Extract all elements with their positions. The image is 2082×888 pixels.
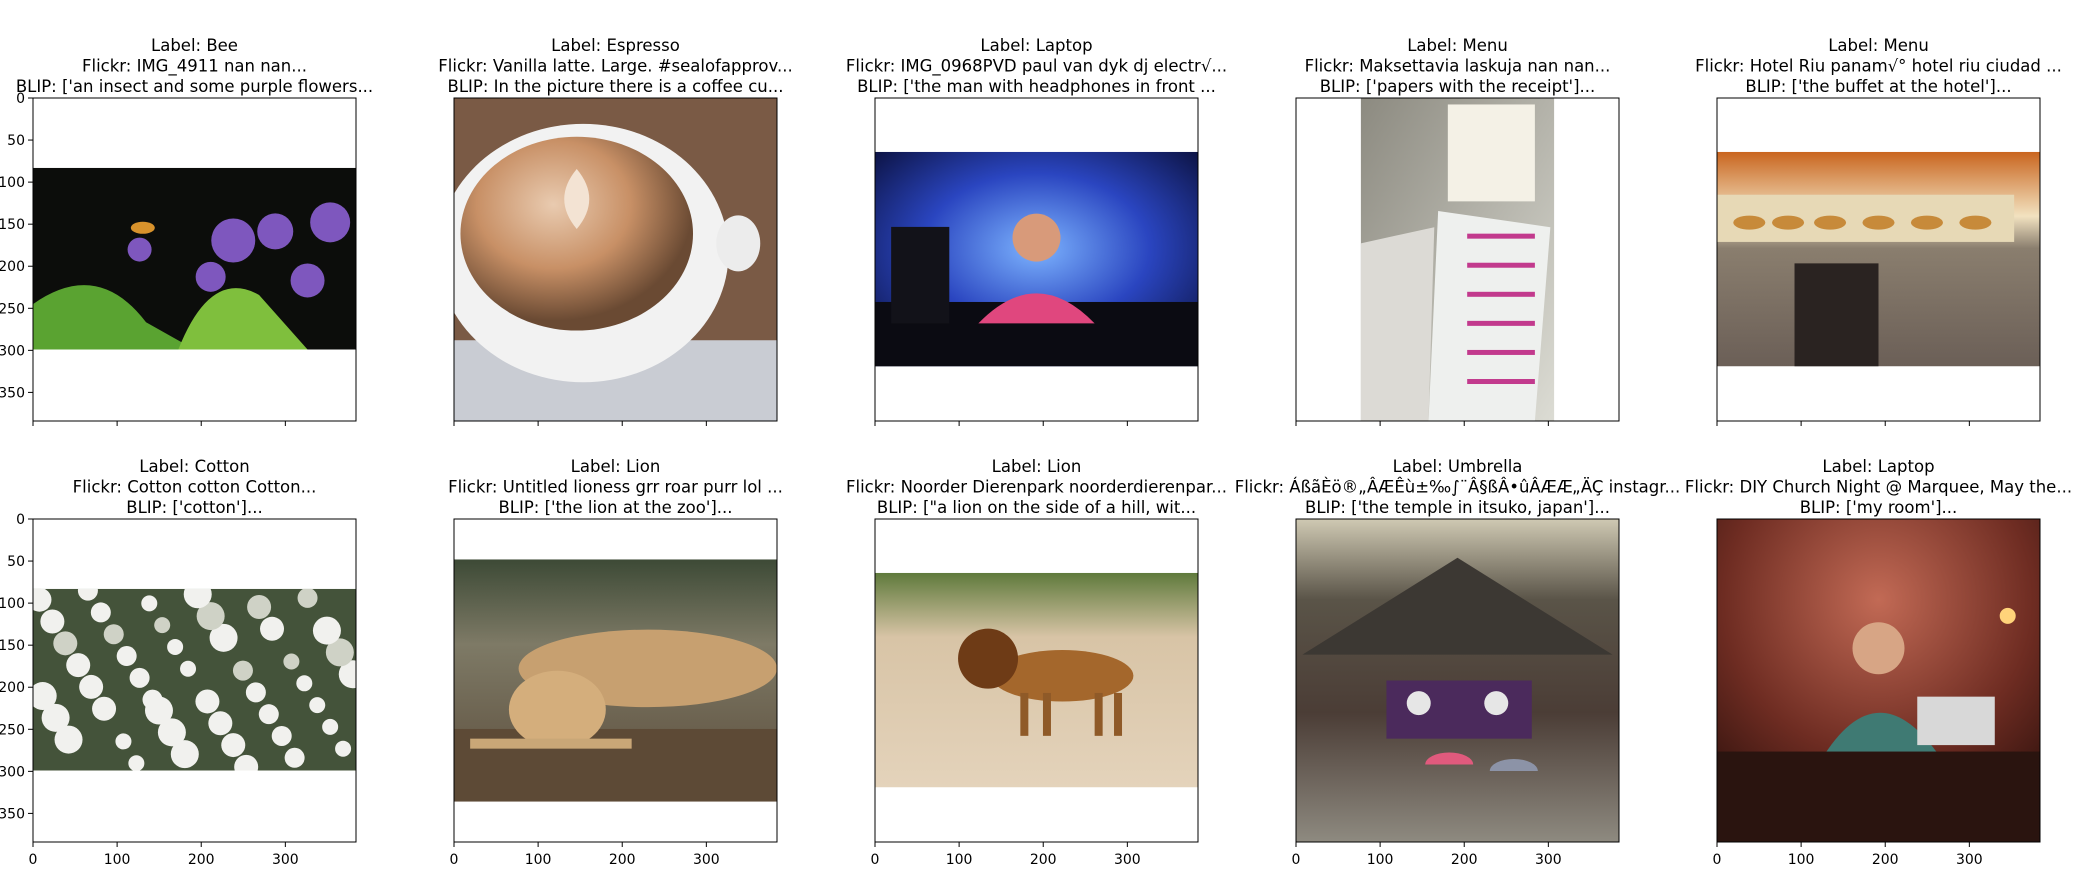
x-tick-label: 200 [188,852,215,868]
panel-label: Label: Lion [571,457,661,476]
x-tick-label: 300 [1114,852,1141,868]
panel-flickr-caption: Flickr: Noorder Dierenpark noorderdieren… [846,478,1227,497]
panel-flickr-caption: Flickr: ÁßãÈö®„ÂÆÊù±‰∫¨Â§ßÂ•ûÂÆÆ„ÄÇ inst… [1235,478,1681,497]
x-tick-label: 200 [1872,852,1899,868]
bee-and-purple-flowers-image [33,167,356,350]
panel-blip-caption: BLIP: ['the temple in itsuko, japan']... [1305,498,1610,517]
panel-flickr-caption: Flickr: DIY Church Night @ Marquee, May … [1685,478,2072,497]
lion-walking-image [875,572,1198,788]
y-tick-label: 250 [0,301,25,317]
panel-blip-caption: BLIP: ['papers with the receipt']... [1320,77,1596,96]
panel-blip-caption: BLIP: ['the buffet at the hotel']... [1745,77,2011,96]
panel-blip-caption: BLIP: ['an insect and some purple flower… [16,77,373,96]
y-tick-label: 150 [0,217,25,233]
y-tick-label: 50 [7,133,25,149]
x-tick-label: 100 [1367,852,1394,868]
panel-bee-and-purple-flowers: Label: Bee Flickr: IMG_4911 nan nan...BLI… [0,36,373,426]
panel-flickr-caption: Flickr: Untitled lioness grr roar purr l… [448,478,783,497]
panel-label: Label: Bee [151,36,238,55]
x-tick-label: 200 [1030,852,1057,868]
papers-and-receipts-image [1360,98,1555,421]
image-grid-figure: Label: BeeFlickr: IMG_4911 nan nan...BLI… [0,36,2072,868]
x-tick-label: 100 [104,852,131,868]
x-tick-label: 100 [1788,852,1815,868]
lioness-resting-image [454,559,777,802]
hotel-buffet-image [1717,151,2040,367]
y-tick-label: 0 [16,91,25,107]
panel-label: Label: Menu [1828,36,1929,55]
x-tick-label: 300 [272,852,299,868]
y-tick-label: 350 [0,806,25,822]
dj-with-headphones-image [875,151,1198,367]
y-tick-label: 300 [0,343,25,359]
x-tick-label: 0 [871,852,880,868]
x-tick-label: 200 [1451,852,1478,868]
x-tick-label: 0 [1713,852,1722,868]
x-tick-label: 300 [693,852,720,868]
y-tick-label: 250 [0,722,25,738]
x-tick-label: 0 [1292,852,1301,868]
cotton-bolls-image [33,588,356,771]
panel-cotton-bolls: Label: Cotton Flickr: Cotton cotton Cotto… [0,457,357,868]
x-tick-label: 300 [1956,852,1983,868]
latte-art-cup-image [454,98,777,421]
y-tick-label: 0 [16,512,25,528]
panel-lion-walking: Label: Lion Flickr: Noorder Dierenpark no… [846,457,1227,868]
x-tick-label: 0 [29,852,38,868]
x-tick-label: 200 [609,852,636,868]
person-at-laptop-party-image [1717,519,2040,842]
panel-hotel-buffet: Label: Menu Flickr: Hotel Riu panam√° hot… [1695,36,2062,426]
x-tick-label: 0 [450,852,459,868]
x-tick-label: 100 [946,852,973,868]
panel-label: Label: Cotton [139,457,249,476]
panel-label: Label: Lion [992,457,1082,476]
panel-papers-and-receipts: Label: Menu Flickr: Maksettavia laskuja n… [1295,36,1620,426]
x-tick-label: 300 [1535,852,1562,868]
y-tick-label: 150 [0,638,25,654]
panel-label: Label: Espresso [551,36,680,55]
panel-dj-with-headphones: Label: Laptop Flickr: IMG_0968PVD paul va… [846,36,1227,426]
y-tick-label: 100 [0,175,25,191]
y-tick-label: 300 [0,764,25,780]
panel-label: Label: Menu [1407,36,1508,55]
panel-blip-caption: BLIP: ['my room']... [1800,498,1958,517]
panel-label: Label: Umbrella [1393,457,1523,476]
y-tick-label: 100 [0,596,25,612]
panel-flickr-caption: Flickr: Maksettavia laskuja nan nan... [1305,57,1611,76]
panel-blip-caption: BLIP: ['the lion at the zoo']... [498,498,732,517]
panel-blip-caption: BLIP: ['cotton']... [126,498,262,517]
panel-latte-art-cup: Label: Espresso Flickr: Vanilla latte. La… [438,36,793,426]
japanese-shrine-umbrellas-image [1296,519,1619,842]
panel-label: Label: Laptop [980,36,1092,55]
x-tick-label: 100 [525,852,552,868]
panel-flickr-caption: Flickr: Vanilla latte. Large. #sealofapp… [438,57,792,76]
y-tick-label: 350 [0,385,25,401]
panel-blip-caption: BLIP: ["a lion on the side of a hill, wi… [877,498,1196,517]
panel-flickr-caption: Flickr: Hotel Riu panam√° hotel riu ciud… [1695,57,2062,76]
panel-flickr-caption: Flickr: Cotton cotton Cotton... [73,478,317,497]
panel-blip-caption: BLIP: In the picture there is a coffee c… [448,77,784,96]
y-tick-label: 200 [0,680,25,696]
panel-blip-caption: BLIP: ['the man with headphones in front… [857,77,1216,96]
panel-label: Label: Laptop [1822,457,1934,476]
panel-japanese-shrine-umbrellas: Label: Umbrella Flickr: ÁßãÈö®„ÂÆÊù±‰∫¨Â§… [1235,457,1681,868]
panel-flickr-caption: Flickr: IMG_4911 nan nan... [82,57,307,77]
panel-lioness-resting: Label: Lion Flickr: Untitled lioness grr … [448,457,783,868]
panel-flickr-caption: Flickr: IMG_0968PVD paul van dyk dj elec… [846,57,1227,77]
panel-person-at-laptop-party: Label: Laptop Flickr: DIY Church Night @ … [1685,457,2072,868]
y-tick-label: 50 [7,554,25,570]
y-tick-label: 200 [0,259,25,275]
